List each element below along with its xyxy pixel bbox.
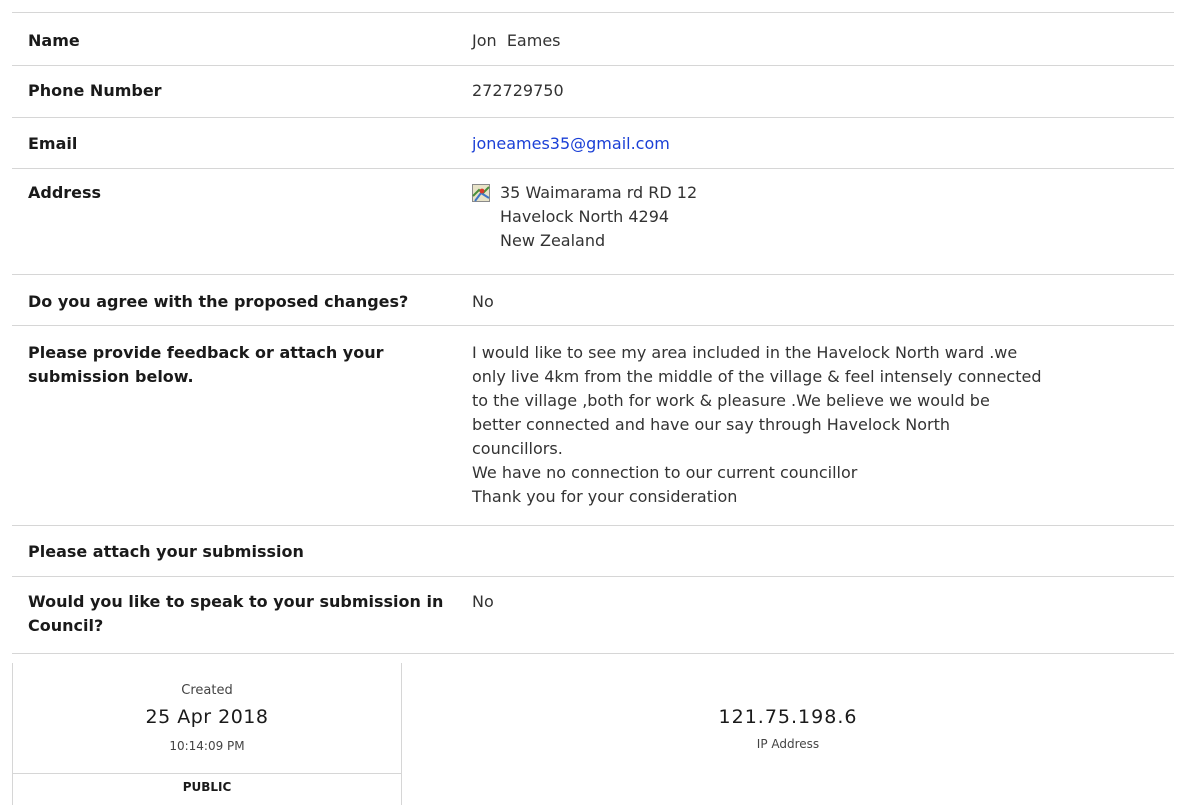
row-name: Name Jon Eames — [12, 13, 1174, 66]
address-line: New Zealand — [500, 231, 606, 250]
feedback-line: We have no connection to our current cou… — [472, 463, 858, 482]
field-label: Name — [28, 31, 80, 50]
field-label: Phone Number — [28, 81, 162, 100]
feedback-line: councillors. — [472, 439, 563, 458]
ip-panel: 121.75.198.6 IP Address — [402, 663, 1174, 774]
row-attach: Please attach your submission — [12, 526, 1174, 577]
row-phone: Phone Number 272729750 — [12, 66, 1174, 118]
feedback-line: to the village ,both for work & pleasure… — [472, 391, 990, 410]
field-label: Do you agree with the proposed changes? — [28, 292, 409, 311]
field-label: Would you like to speak to your submissi… — [28, 592, 444, 635]
field-label: Email — [28, 134, 78, 153]
feedback-line: better connected and have our say throug… — [472, 415, 950, 434]
visibility-badge: PUBLIC — [182, 780, 232, 794]
speak-value: No — [472, 592, 494, 611]
name-value: Jon Eames — [472, 31, 561, 50]
created-label: Created — [181, 683, 233, 698]
feedback-line: Thank you for your consideration — [472, 487, 738, 506]
address-line: 35 Waimarama rd RD 12 — [500, 183, 698, 202]
feedback-line: only live 4km from the middle of the vil… — [472, 367, 1042, 386]
row-address: Address 35 Waimarama rd RD 12 Havelock N… — [12, 169, 1174, 275]
row-speak: Would you like to speak to your submissi… — [12, 577, 1174, 654]
created-time: 10:14:09 PM — [169, 739, 245, 753]
address-line: Havelock North 4294 — [500, 207, 670, 226]
field-label: Please attach your submission — [28, 542, 304, 561]
agree-value: No — [472, 292, 494, 311]
feedback-value: I would like to see my area included in … — [472, 341, 1174, 525]
ip-label: IP Address — [756, 737, 820, 751]
row-feedback: Please provide feedback or attach your s… — [12, 326, 1174, 526]
created-date: 25 Apr 2018 — [145, 706, 269, 728]
field-label: Address — [28, 183, 102, 202]
created-panel: Created 25 Apr 2018 10:14:09 PM PUBLIC — [12, 663, 402, 805]
row-email: Email joneames35@gmail.com — [12, 118, 1174, 169]
address-value: 35 Waimarama rd RD 12 Havelock North 429… — [472, 181, 1174, 274]
submission-meta: Created 25 Apr 2018 10:14:09 PM PUBLIC 1… — [12, 663, 1174, 805]
feedback-line: I would like to see my area included in … — [472, 343, 1018, 362]
phone-value: 272729750 — [472, 81, 564, 100]
row-agree: Do you agree with the proposed changes? … — [12, 275, 1174, 326]
ip-address: 121.75.198.6 — [718, 706, 858, 728]
submission-details: Name Jon Eames Phone Number 272729750 Em… — [12, 12, 1174, 654]
created-box: Created 25 Apr 2018 10:14:09 PM — [13, 663, 401, 774]
map-icon[interactable] — [472, 184, 490, 202]
address-lines: 35 Waimarama rd RD 12 Havelock North 429… — [500, 181, 697, 253]
email-link[interactable]: joneames35@gmail.com — [472, 134, 670, 153]
email-value-wrap: joneames35@gmail.com — [472, 132, 1174, 168]
field-label: Please provide feedback or attach your s… — [28, 343, 384, 386]
